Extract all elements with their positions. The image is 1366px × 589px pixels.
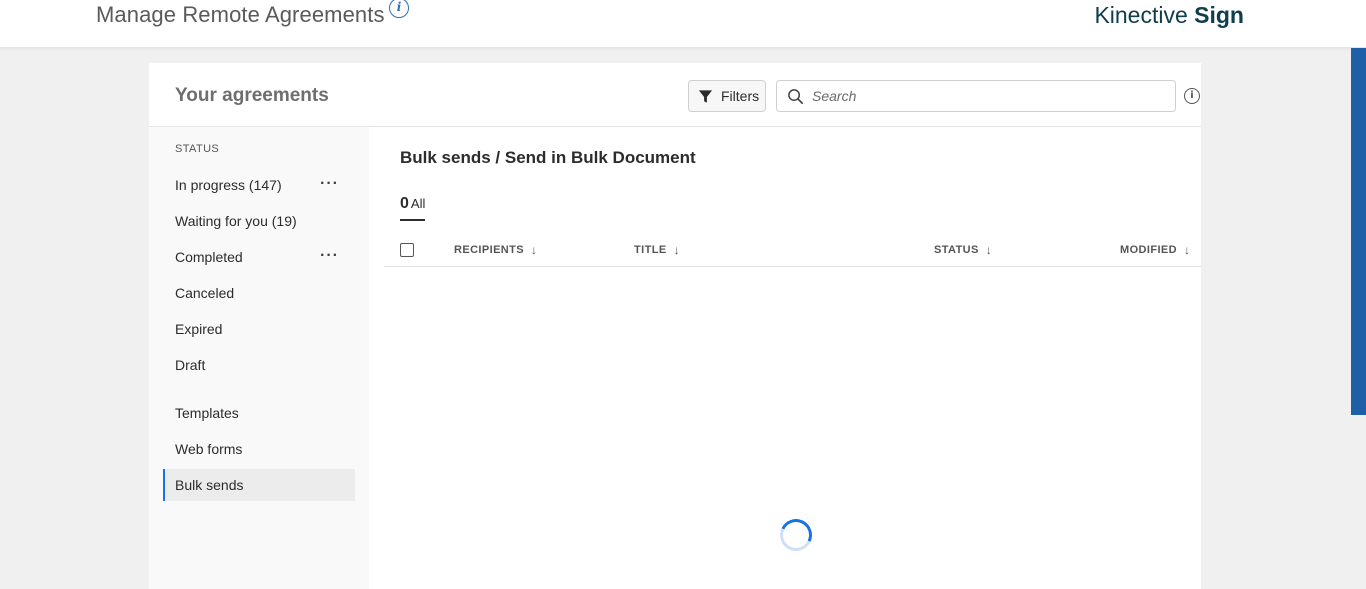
tab-count: 0 — [400, 195, 409, 212]
column-label: STATUS — [934, 244, 979, 256]
info-icon[interactable]: i — [389, 0, 409, 18]
info-icon[interactable]: i — [1184, 88, 1200, 104]
main-panel: Bulk sends / Send in Bulk Document 0 All … — [369, 127, 1201, 589]
tab-all[interactable]: 0 All — [400, 195, 426, 221]
arrow-down-icon: ↓ — [985, 243, 993, 257]
breadcrumb: Bulk sends / Send in Bulk Document — [400, 148, 696, 167]
select-all-checkbox[interactable] — [400, 243, 414, 257]
sidebar-item-templates[interactable]: Templates — [163, 397, 355, 429]
column-status[interactable]: STATUS ↓ — [934, 243, 992, 257]
scrollbar-thumb[interactable] — [1351, 48, 1366, 415]
column-title[interactable]: TITLE ↓ — [634, 243, 680, 257]
column-recipients[interactable]: RECIPIENTS ↓ — [454, 243, 537, 257]
sidebar-item-label: Canceled — [175, 285, 235, 301]
filters-label: Filters — [721, 88, 760, 104]
column-modified[interactable]: MODIFIED ↓ — [1120, 243, 1190, 257]
column-label: MODIFIED — [1120, 244, 1177, 256]
arrow-down-icon: ↓ — [673, 243, 680, 257]
sidebar-item-label: Draft — [175, 357, 206, 373]
sidebar-item-label: Web forms — [175, 441, 243, 457]
sidebar-item-expired[interactable]: Expired — [163, 313, 355, 345]
sidebar-item-in-progress[interactable]: In progress (147) ··· — [163, 169, 355, 201]
tab-label: All — [410, 196, 426, 211]
card-title: Your agreements — [175, 85, 329, 106]
sidebar-item-label: Waiting for you (19) — [175, 213, 297, 229]
brand-logo: Kinective Sign — [1094, 2, 1244, 29]
card-header: Your agreements Filters i — [149, 63, 1201, 127]
sidebar-item-bulk-sends[interactable]: Bulk sends — [163, 469, 355, 501]
table-header: RECIPIENTS ↓ TITLE ↓ STATUS ↓ MODIFIED ↓ — [384, 231, 1201, 267]
search-box[interactable] — [776, 80, 1176, 112]
sidebar: STATUS In progress (147) ··· Waiting for… — [149, 127, 369, 589]
column-label: RECIPIENTS — [454, 244, 525, 256]
status-heading: STATUS — [175, 143, 220, 155]
arrow-down-icon: ↓ — [1183, 243, 1191, 257]
filters-button[interactable]: Filters — [688, 80, 766, 112]
sidebar-item-canceled[interactable]: Canceled — [163, 277, 355, 309]
search-icon — [788, 88, 803, 104]
sidebar-item-label: In progress (147) — [175, 177, 282, 193]
sidebar-item-label: Templates — [175, 405, 239, 421]
sidebar-item-draft[interactable]: Draft — [163, 349, 355, 381]
sidebar-item-completed[interactable]: Completed ··· — [163, 241, 355, 273]
search-input[interactable] — [812, 88, 1152, 104]
page-title: Manage Remote Agreements — [96, 2, 385, 27]
more-icon[interactable]: ··· — [320, 247, 339, 265]
brand-name-bold: Sign — [1194, 2, 1244, 28]
sidebar-item-waiting-for-you[interactable]: Waiting for you (19) — [163, 205, 355, 237]
agreements-card: Your agreements Filters i STATUS In prog… — [149, 63, 1201, 589]
sidebar-item-label: Bulk sends — [175, 477, 244, 493]
more-icon[interactable]: ··· — [320, 175, 339, 193]
top-bar: Manage Remote Agreements i Kinective Sig… — [0, 0, 1366, 48]
column-label: TITLE — [634, 244, 667, 256]
brand-name-light: Kinective — [1094, 2, 1188, 28]
sidebar-item-label: Expired — [175, 321, 223, 337]
arrow-down-icon: ↓ — [531, 243, 538, 257]
sidebar-item-label: Completed — [175, 249, 243, 265]
sidebar-item-web-forms[interactable]: Web forms — [163, 433, 355, 465]
filter-icon — [698, 89, 713, 103]
